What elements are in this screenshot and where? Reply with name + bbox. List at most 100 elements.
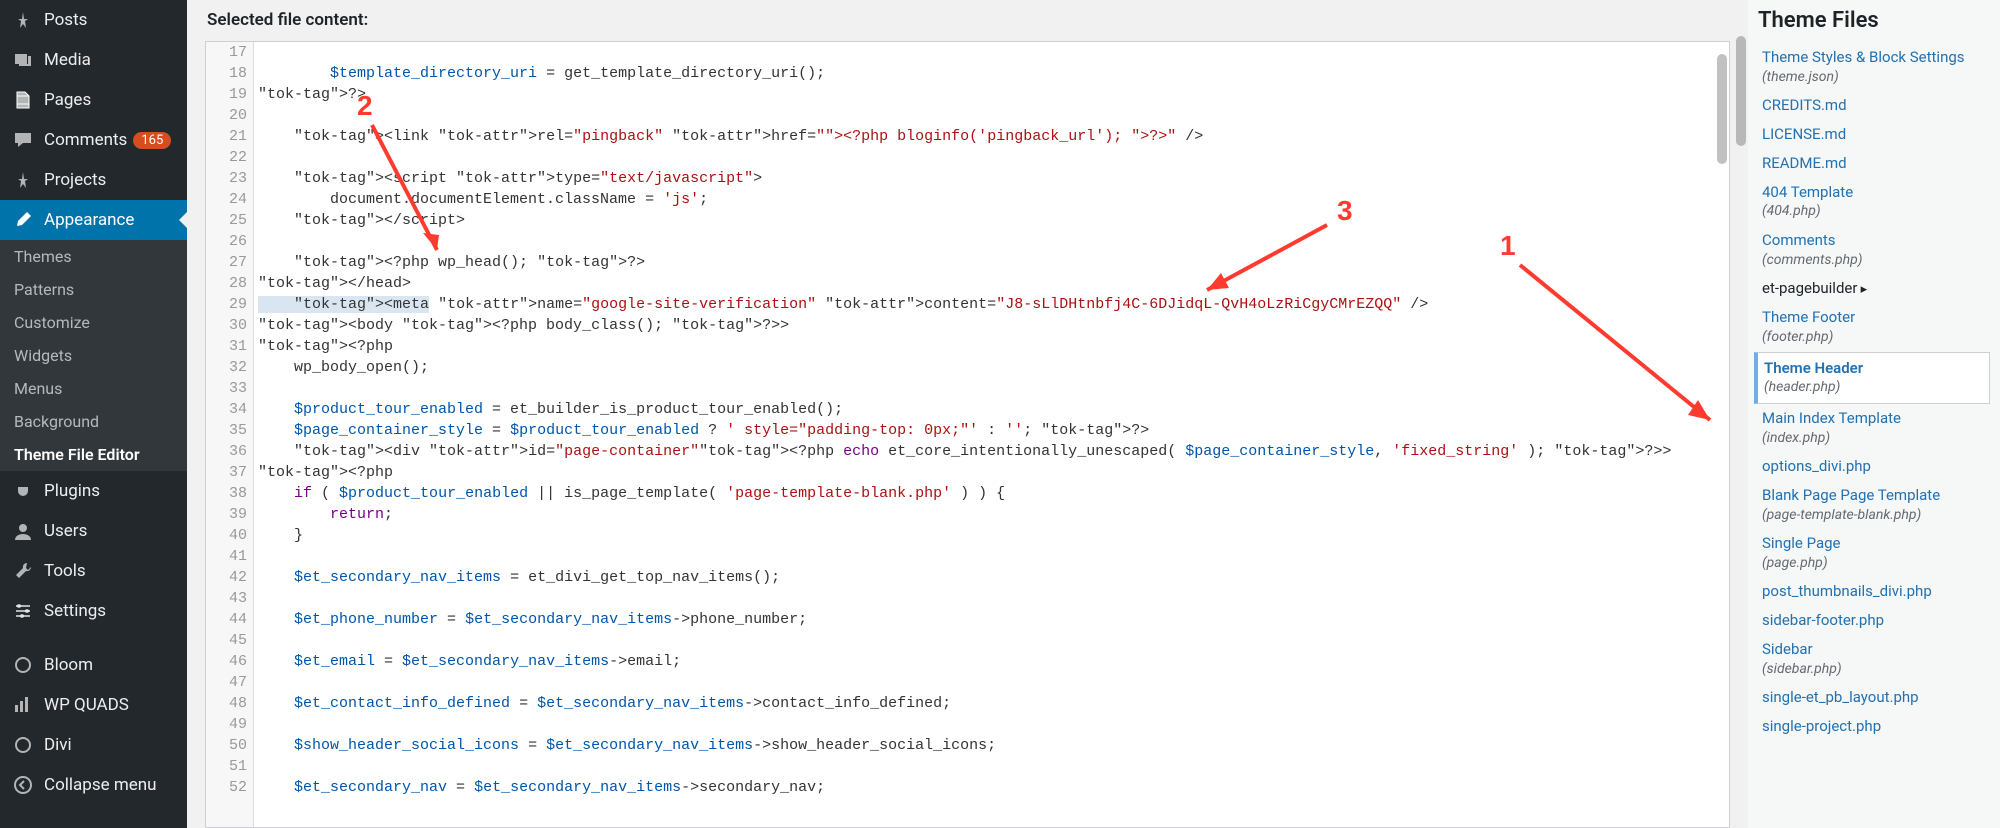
theme-file-item[interactable]: single-project.php xyxy=(1758,712,1990,741)
code-line[interactable]: "tok-tag"><?php xyxy=(258,336,1729,357)
code-line[interactable]: return; xyxy=(258,504,1729,525)
sidebar-item-collapse[interactable]: Collapse menu xyxy=(0,765,187,805)
code-line[interactable]: $template_directory_uri = get_template_d… xyxy=(258,63,1729,84)
code-line[interactable]: $et_secondary_nav_items = et_divi_get_to… xyxy=(258,567,1729,588)
theme-file-link[interactable]: sidebar-footer.php xyxy=(1762,611,1986,630)
code-line[interactable]: "tok-tag"><meta "tok-attr">name="google-… xyxy=(258,294,1729,315)
sidebar-item-comments[interactable]: Comments165 xyxy=(0,120,187,160)
code-line[interactable]: $show_header_social_icons = $et_secondar… xyxy=(258,735,1729,756)
theme-file-link[interactable]: Main Index Template xyxy=(1762,409,1986,428)
page-scrollbar-thumb[interactable] xyxy=(1736,36,1746,146)
code-line[interactable] xyxy=(258,105,1729,126)
theme-file-item[interactable]: single-et_pb_layout.php xyxy=(1758,683,1990,712)
code-line[interactable]: "tok-tag"></head> xyxy=(258,273,1729,294)
theme-file-item[interactable]: Theme Styles & Block Settings(theme.json… xyxy=(1758,43,1990,91)
code-line[interactable] xyxy=(258,630,1729,651)
code-line[interactable]: $page_container_style = $product_tour_en… xyxy=(258,420,1729,441)
code-line[interactable] xyxy=(258,756,1729,777)
code-line[interactable]: "tok-tag"><?php wp_head(); "tok-tag">?> xyxy=(258,252,1729,273)
sidebar-subitem-patterns[interactable]: Patterns xyxy=(0,273,187,306)
theme-file-item[interactable]: CREDITS.md xyxy=(1758,91,1990,120)
code-line[interactable] xyxy=(258,378,1729,399)
sidebar-item-plugins[interactable]: Plugins xyxy=(0,471,187,511)
sidebar-item-projects[interactable]: Projects xyxy=(0,160,187,200)
theme-file-item[interactable]: Comments(comments.php) xyxy=(1758,226,1990,274)
theme-file-item[interactable]: Blank Page Page Template(page-template-b… xyxy=(1758,481,1990,529)
theme-file-item[interactable]: Single Page(page.php) xyxy=(1758,529,1990,577)
code-line[interactable] xyxy=(258,231,1729,252)
theme-file-item[interactable]: Theme Header(header.php) xyxy=(1754,352,1990,404)
code-line[interactable]: wp_body_open(); xyxy=(258,357,1729,378)
theme-file-link[interactable]: Blank Page Page Template xyxy=(1762,486,1986,505)
code-line[interactable] xyxy=(258,714,1729,735)
theme-file-link[interactable]: Theme Footer xyxy=(1762,308,1986,327)
theme-file-link[interactable]: single-project.php xyxy=(1762,717,1986,736)
sidebar-subitem-tfe[interactable]: Theme File Editor xyxy=(0,438,187,471)
theme-file-link[interactable]: Sidebar xyxy=(1762,640,1986,659)
code-line[interactable]: document.documentElement.className = 'js… xyxy=(258,189,1729,210)
sidebar-subitem-background[interactable]: Background xyxy=(0,405,187,438)
sidebar-item-settings[interactable]: Settings xyxy=(0,591,187,631)
sidebar-item-bloom[interactable]: Bloom xyxy=(0,645,187,685)
code-line[interactable] xyxy=(258,588,1729,609)
code-line[interactable]: "tok-tag"><?php xyxy=(258,462,1729,483)
theme-file-item[interactable]: post_thumbnails_divi.php xyxy=(1758,577,1990,606)
page-icon xyxy=(12,90,34,110)
code-line[interactable]: $et_contact_info_defined = $et_secondary… xyxy=(258,693,1729,714)
code-line[interactable]: $et_phone_number = $et_secondary_nav_ite… xyxy=(258,609,1729,630)
theme-file-item[interactable]: 404 Template(404.php) xyxy=(1758,178,1990,226)
theme-files-title: Theme Files xyxy=(1758,0,1990,43)
code-line[interactable]: "tok-tag"></script> xyxy=(258,210,1729,231)
theme-file-item[interactable]: options_divi.php xyxy=(1758,452,1990,481)
code-line[interactable]: } xyxy=(258,525,1729,546)
sidebar-subitem-themes[interactable]: Themes xyxy=(0,240,187,273)
theme-file-link[interactable]: 404 Template xyxy=(1762,183,1986,202)
theme-file-item[interactable]: LICENSE.md xyxy=(1758,120,1990,149)
theme-file-link[interactable]: LICENSE.md xyxy=(1762,125,1986,144)
sidebar-item-wpquads[interactable]: WP QUADS xyxy=(0,685,187,725)
code-line[interactable]: $et_email = $et_secondary_nav_items->ema… xyxy=(258,651,1729,672)
page-scrollbar-track[interactable] xyxy=(1734,0,1748,828)
code-line[interactable]: "tok-tag"><div "tok-attr">id="page-conta… xyxy=(258,441,1729,462)
theme-file-link[interactable]: Theme Styles & Block Settings xyxy=(1762,48,1986,67)
sidebar-item-posts[interactable]: Posts xyxy=(0,0,187,40)
theme-file-link[interactable]: Theme Header xyxy=(1764,359,1983,378)
sidebar-item-divi[interactable]: Divi xyxy=(0,725,187,765)
code-line[interactable]: "tok-tag"><body "tok-tag"><?php body_cla… xyxy=(258,315,1729,336)
theme-file-link[interactable]: Single Page xyxy=(1762,534,1986,553)
theme-file-link[interactable]: post_thumbnails_divi.php xyxy=(1762,582,1986,601)
sidebar-item-appearance[interactable]: Appearance xyxy=(0,200,187,240)
theme-file-link[interactable]: CREDITS.md xyxy=(1762,96,1986,115)
sidebar-item-tools[interactable]: Tools xyxy=(0,551,187,591)
theme-file-link[interactable]: single-et_pb_layout.php xyxy=(1762,688,1986,707)
code-line[interactable]: "tok-tag"><link "tok-attr">rel="pingback… xyxy=(258,126,1729,147)
code-line[interactable]: "tok-tag">?> xyxy=(258,84,1729,105)
editor-scrollbar[interactable] xyxy=(1717,54,1727,164)
code-line[interactable]: $product_tour_enabled = et_builder_is_pr… xyxy=(258,399,1729,420)
code-area[interactable]: $template_directory_uri = get_template_d… xyxy=(254,42,1729,827)
theme-file-item[interactable]: Sidebar(sidebar.php) xyxy=(1758,635,1990,683)
code-line[interactable]: if ( $product_tour_enabled || is_page_te… xyxy=(258,483,1729,504)
sidebar-subitem-menus[interactable]: Menus xyxy=(0,372,187,405)
code-line[interactable]: "tok-tag"><script "tok-attr">type="text/… xyxy=(258,168,1729,189)
theme-files-panel: Theme Files Theme Styles & Block Setting… xyxy=(1748,0,2000,828)
code-editor[interactable]: 1718192021222324252627282930313233343536… xyxy=(205,41,1730,828)
code-line[interactable] xyxy=(258,546,1729,567)
theme-file-item[interactable]: et-pagebuilder xyxy=(1758,274,1990,303)
theme-file-link[interactable]: options_divi.php xyxy=(1762,457,1986,476)
theme-file-link[interactable]: Comments xyxy=(1762,231,1986,250)
code-line[interactable] xyxy=(258,672,1729,693)
code-line[interactable] xyxy=(258,147,1729,168)
theme-file-item[interactable]: README.md xyxy=(1758,149,1990,178)
code-line[interactable] xyxy=(258,42,1729,63)
theme-file-item[interactable]: Theme Footer(footer.php) xyxy=(1758,303,1990,351)
theme-file-item[interactable]: sidebar-footer.php xyxy=(1758,606,1990,635)
sidebar-subitem-customize[interactable]: Customize xyxy=(0,306,187,339)
theme-file-link[interactable]: README.md xyxy=(1762,154,1986,173)
sidebar-subitem-widgets[interactable]: Widgets xyxy=(0,339,187,372)
code-line[interactable]: $et_secondary_nav = $et_secondary_nav_it… xyxy=(258,777,1729,798)
theme-file-item[interactable]: Main Index Template(index.php) xyxy=(1758,404,1990,452)
sidebar-item-pages[interactable]: Pages xyxy=(0,80,187,120)
sidebar-item-media[interactable]: Media xyxy=(0,40,187,80)
sidebar-item-users[interactable]: Users xyxy=(0,511,187,551)
